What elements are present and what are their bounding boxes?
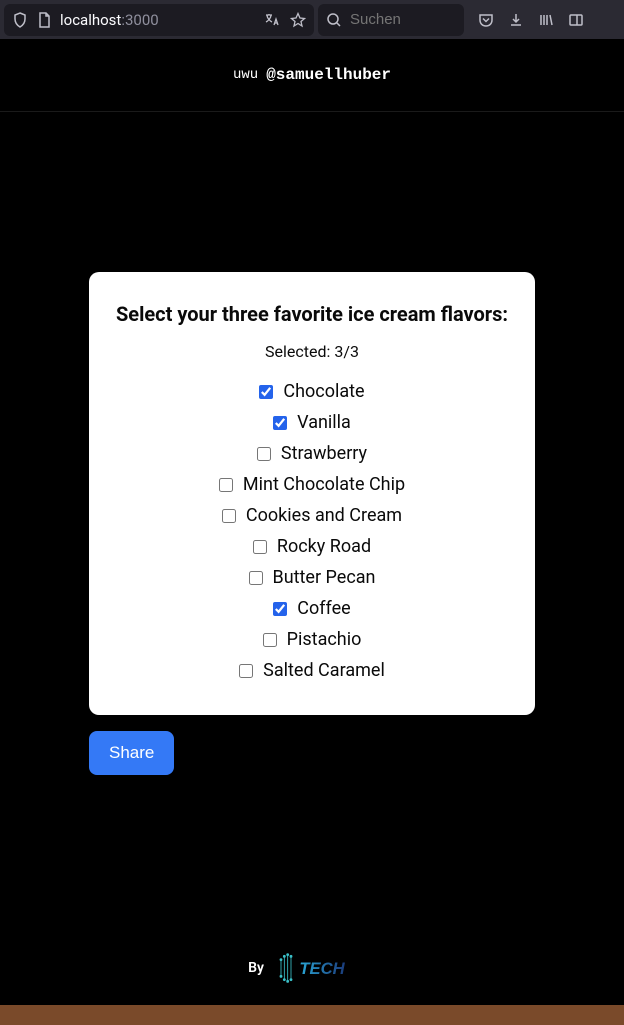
sidebar-icon[interactable] (568, 12, 584, 28)
card-title: Select your three favorite ice cream fla… (113, 302, 511, 326)
flavor-checkbox[interactable] (263, 633, 277, 647)
header-handle[interactable]: @samuellhuber (266, 66, 391, 84)
share-button[interactable]: Share (89, 731, 174, 775)
flavor-label[interactable]: Strawberry (281, 443, 367, 464)
search-input[interactable] (350, 11, 456, 28)
svg-text:TECH: TECH (299, 959, 345, 978)
flavor-item: Rocky Road (253, 536, 371, 557)
flavor-checkbox[interactable] (222, 509, 236, 523)
bookmark-star-icon[interactable] (290, 12, 306, 28)
page-icon (36, 12, 52, 28)
flavor-checkbox[interactable] (253, 540, 267, 554)
flavor-item: Pistachio (263, 629, 362, 650)
selected-count: Selected: 3/3 (113, 342, 511, 361)
flavor-checkbox[interactable] (219, 478, 233, 492)
flavor-label[interactable]: Cookies and Cream (246, 505, 402, 526)
flavor-item: Strawberry (257, 443, 367, 464)
flavor-checkbox[interactable] (259, 385, 273, 399)
search-bar[interactable] (318, 4, 464, 36)
flavor-item: Vanilla (273, 412, 351, 433)
flavor-label[interactable]: Vanilla (297, 412, 351, 433)
browser-chrome: localhost:3000 (0, 0, 624, 39)
page-header: uwu @samuellhuber (0, 39, 624, 112)
flavor-item: Coffee (273, 598, 350, 619)
shield-icon[interactable] (12, 12, 28, 28)
flavor-label[interactable]: Mint Chocolate Chip (243, 474, 405, 495)
flavor-checkbox[interactable] (273, 416, 287, 430)
main-content: Select your three favorite ice cream fla… (0, 112, 624, 775)
url-text: localhost:3000 (60, 11, 256, 29)
flavor-label[interactable]: Coffee (297, 598, 350, 619)
flavor-checkbox[interactable] (273, 602, 287, 616)
download-icon[interactable] (508, 12, 524, 28)
library-icon[interactable] (538, 12, 554, 28)
flavor-item: Cookies and Cream (222, 505, 402, 526)
url-bar[interactable]: localhost:3000 (4, 4, 314, 36)
flavor-item: Salted Caramel (239, 660, 385, 681)
flavor-label[interactable]: Butter Pecan (273, 567, 376, 588)
header-prefix: uwu (233, 67, 258, 83)
flavor-checkbox[interactable] (257, 447, 271, 461)
flavor-label[interactable]: Salted Caramel (263, 660, 385, 681)
flavor-label[interactable]: Pistachio (287, 629, 362, 650)
footer-by-label: By (248, 960, 264, 976)
bottom-strip (0, 1005, 624, 1025)
translate-icon[interactable] (264, 12, 280, 28)
pocket-icon[interactable] (478, 12, 494, 28)
footer: By TECH (0, 951, 624, 985)
flavor-item: Mint Chocolate Chip (219, 474, 405, 495)
flavor-label[interactable]: Rocky Road (277, 536, 371, 557)
search-icon (326, 12, 342, 28)
flavor-label[interactable]: Chocolate (283, 381, 364, 402)
flavor-checkbox[interactable] (249, 571, 263, 585)
flavor-list: Chocolate Vanilla Strawberry Mint Chocolate… (113, 381, 511, 681)
flavor-item: Butter Pecan (249, 567, 376, 588)
flavor-item: Chocolate (259, 381, 364, 402)
flavor-checkbox[interactable] (239, 664, 253, 678)
footer-logo[interactable]: TECH (276, 951, 376, 985)
flavor-card: Select your three favorite ice cream fla… (89, 272, 535, 715)
